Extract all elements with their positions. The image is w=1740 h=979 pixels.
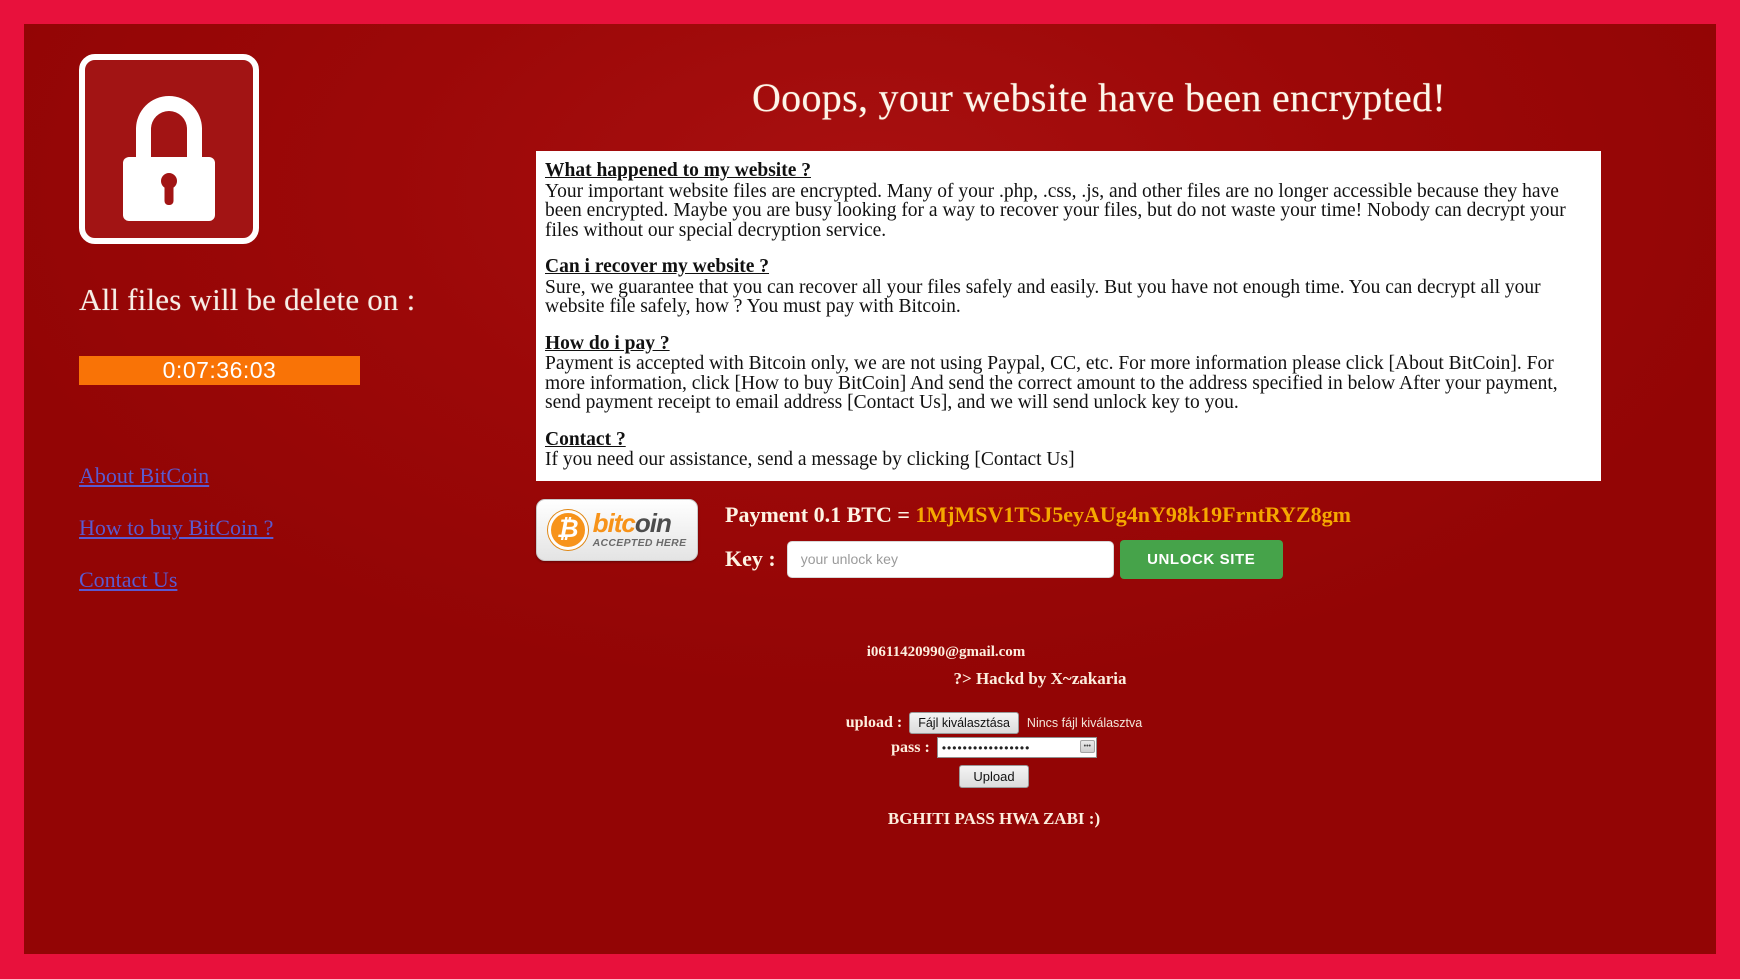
- file-input-control[interactable]: Fájl kiválasztása Nincs fájl kiválasztva: [909, 712, 1142, 734]
- padlock-keyhole: [161, 173, 177, 189]
- ransom-info-box: What happened to my website ? Your impor…: [536, 151, 1601, 481]
- upload-label: upload :: [845, 714, 903, 731]
- ransom-page: All files will be delete on : 0:07:36:03…: [24, 24, 1716, 954]
- info-body: Sure, we guarantee that you can recover …: [545, 276, 1541, 317]
- unlock-site-button[interactable]: UNLOCK SITE: [1119, 539, 1283, 579]
- bitcoin-badge-text: bitcoin ACCEPTED HERE: [593, 510, 687, 549]
- info-heading: Can i recover my website ?: [545, 256, 770, 277]
- main-content: Ooops, your website have been encrypted!…: [494, 24, 1704, 579]
- sidebar-links: About BitCoin How to buy BitCoin ? Conta…: [79, 463, 487, 593]
- bitcoin-address[interactable]: 1MjMSV1TSJ5eyAUg4nY98k19FrntRYZ8gm: [915, 502, 1351, 527]
- bottom-note: BGHITI PASS HWA ZABI :): [887, 809, 1101, 828]
- info-section-what-happened: What happened to my website ? Your impor…: [545, 161, 1592, 240]
- info-section-can-i-recover: Can i recover my website ? Sure, we guar…: [545, 257, 1592, 317]
- hacker-signature: ?> Hackd by X~zakaria: [953, 669, 1127, 688]
- file-status-text: Nincs fájl kiválasztva: [1026, 716, 1143, 730]
- info-section-contact: Contact ? If you need our assistance, se…: [545, 428, 1592, 470]
- bitcoin-badge-subtitle: ACCEPTED HERE: [592, 537, 687, 550]
- footer: i0611420990@gmail.com ?> Hackd by X~zaka…: [494, 644, 1494, 829]
- delete-notice: All files will be delete on :: [79, 282, 416, 317]
- contact-email: i0611420990@gmail.com: [866, 644, 1026, 660]
- sidebar-link-contact-us[interactable]: Contact Us: [79, 567, 177, 593]
- padlock-body: [123, 157, 215, 221]
- padlock-shackle: [136, 96, 202, 164]
- page-title: Ooops, your website have been encrypted!: [752, 75, 1446, 120]
- pass-input[interactable]: [936, 737, 1097, 758]
- upload-submit-button[interactable]: Upload: [959, 765, 1029, 788]
- unlock-key-row: Key : UNLOCK SITE: [725, 539, 1351, 579]
- password-key-icon: •••: [1079, 740, 1095, 753]
- info-body: Payment is accepted with Bitcoin only, w…: [545, 353, 1558, 413]
- bitcoin-accepted-badge: ₿ bitcoin ACCEPTED HERE: [536, 498, 698, 561]
- pass-label: pass :: [891, 738, 930, 756]
- info-body: Your important website files are encrypt…: [545, 180, 1566, 241]
- pass-field-wrapper: •••: [936, 737, 1097, 758]
- info-heading: How do i pay ?: [545, 332, 670, 354]
- bitcoin-coin-icon: ₿: [547, 509, 588, 550]
- info-section-how-do-i-pay: How do i pay ? Payment is accepted with …: [545, 332, 1592, 413]
- info-heading: What happened to my website ?: [545, 160, 811, 181]
- payment-details: Payment 0.1 BTC = 1MjMSV1TSJ5eyAUg4nY98k…: [725, 499, 1351, 579]
- upload-submit-row: Upload: [494, 761, 1494, 788]
- sidebar-link-about-bitcoin[interactable]: About BitCoin: [79, 463, 209, 489]
- payment-row: ₿ bitcoin ACCEPTED HERE Payment 0.1 BTC …: [536, 498, 1704, 579]
- upload-form: upload : Fájl kiválasztása Nincs fájl ki…: [494, 712, 1494, 788]
- info-heading: Contact ?: [545, 428, 626, 450]
- bitcoin-wordmark: bitcoin: [593, 510, 687, 536]
- upload-pass-row: pass : •••: [494, 737, 1494, 758]
- bitcoin-wordmark-part2: oin: [634, 508, 672, 539]
- sidebar: All files will be delete on : 0:07:36:03…: [57, 54, 487, 619]
- sidebar-link-how-to-buy-bitcoin[interactable]: How to buy BitCoin ?: [79, 515, 273, 541]
- payment-amount-line: Payment 0.1 BTC = 1MjMSV1TSJ5eyAUg4nY98k…: [725, 502, 1351, 528]
- upload-file-row: upload : Fájl kiválasztása Nincs fájl ki…: [494, 712, 1494, 734]
- bitcoin-wordmark-part1: bitc: [592, 508, 636, 539]
- choose-file-button[interactable]: Fájl kiválasztása: [909, 712, 1019, 734]
- info-body: If you need our assistance, send a messa…: [545, 449, 1075, 470]
- countdown-timer: 0:07:36:03: [79, 356, 360, 385]
- padlock-icon: [79, 54, 259, 244]
- payment-amount-label: Payment 0.1 BTC =: [725, 501, 916, 527]
- key-label: Key :: [725, 546, 776, 571]
- unlock-key-input[interactable]: [786, 540, 1114, 578]
